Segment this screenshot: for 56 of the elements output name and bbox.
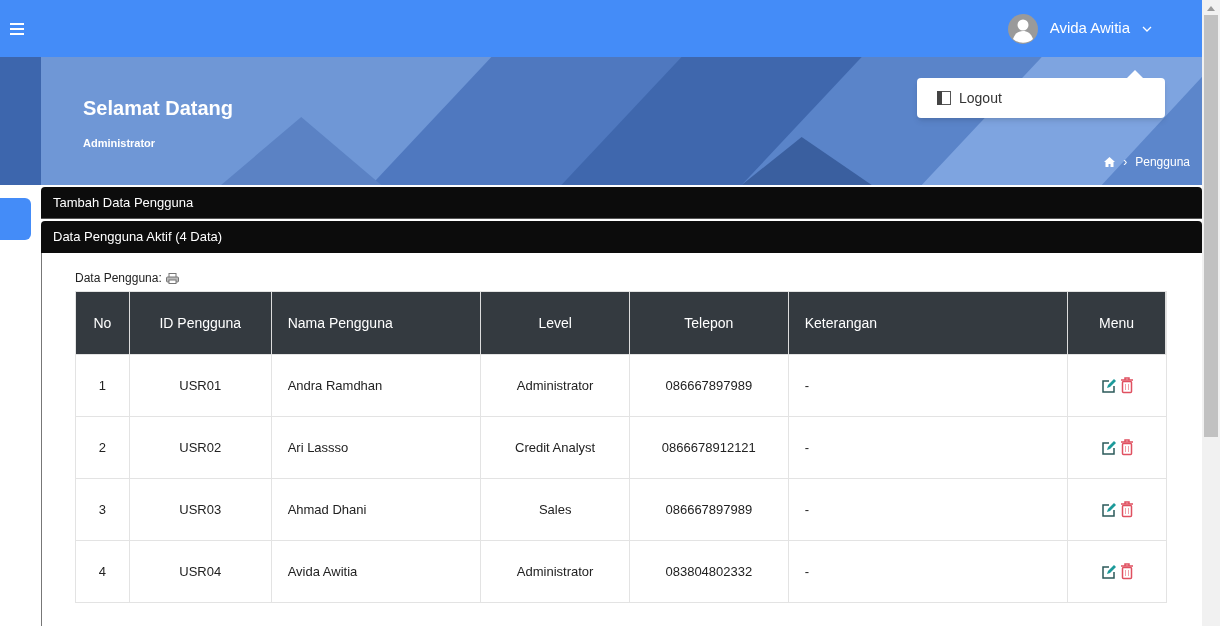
- breadcrumb-link[interactable]: Pengguna: [1135, 153, 1190, 171]
- table-cell: Administrator: [481, 355, 630, 416]
- scroll-up-icon[interactable]: [1207, 5, 1215, 11]
- column-header: ID Pengguna: [129, 292, 272, 354]
- scrollbar[interactable]: [1202, 0, 1220, 626]
- panel-header[interactable]: Tambah Data Pengguna: [41, 187, 1202, 219]
- table-cell: USR03: [129, 479, 272, 540]
- table-cell: -: [788, 417, 1069, 478]
- table-cell: Administrator: [481, 541, 630, 602]
- table-cell: Credit Analyst: [481, 417, 630, 478]
- scrollbar-thumb[interactable]: [1204, 15, 1218, 437]
- trash-icon[interactable]: [1119, 501, 1134, 518]
- table-cell: 086667897989: [630, 355, 789, 416]
- table-cell: USR01: [129, 355, 272, 416]
- menu-icon[interactable]: [10, 21, 24, 36]
- trash-icon[interactable]: [1119, 377, 1134, 394]
- table-caption: Data Pengguna:: [75, 270, 162, 287]
- avatar-icon: [1007, 13, 1038, 44]
- door-icon: [937, 91, 951, 105]
- table-cell: 1: [76, 355, 130, 416]
- banner-subtitle: Administrator: [83, 136, 157, 151]
- table-cell: 4: [76, 541, 130, 602]
- column-header: Nama Pengguna: [271, 292, 482, 354]
- edit-icon[interactable]: [1100, 563, 1117, 580]
- table-cell: -: [788, 355, 1069, 416]
- home-icon: [1104, 157, 1116, 167]
- printer-icon[interactable]: [165, 272, 179, 284]
- table-cell: 0866678912121: [630, 417, 789, 478]
- column-header: Keterangan: [788, 292, 1069, 354]
- logout-menu-item[interactable]: Logout: [937, 87, 1002, 109]
- table-cell: 083804802332: [630, 541, 789, 602]
- chevron-down-icon: [1142, 25, 1152, 32]
- table-cell: USR02: [129, 417, 272, 478]
- table-cell: 2: [76, 417, 130, 478]
- column-header: Level: [481, 292, 630, 354]
- table-cell: USR04: [129, 541, 272, 602]
- trash-icon[interactable]: [1119, 563, 1134, 580]
- table-cell: Ari Lassso: [271, 417, 482, 478]
- table-cell: Sales: [481, 479, 630, 540]
- table-cell: -: [788, 541, 1069, 602]
- edit-icon[interactable]: [1100, 501, 1117, 518]
- column-header: No: [76, 292, 130, 354]
- trash-icon[interactable]: [1119, 439, 1134, 456]
- table-cell: 086667897989: [630, 479, 789, 540]
- table-cell: Andra Ramdhan: [271, 355, 482, 416]
- column-header: Menu: [1068, 292, 1166, 354]
- edit-icon[interactable]: [1100, 439, 1117, 456]
- table-cell: Avida Awitia: [271, 541, 482, 602]
- table-cell: 3: [76, 479, 130, 540]
- column-header: Telepon: [630, 292, 789, 354]
- table-cell: -: [788, 479, 1069, 540]
- breadcrumb-separator: ›: [1123, 154, 1128, 171]
- panel-header[interactable]: Data Pengguna Aktif (4 Data): [41, 221, 1202, 253]
- table-cell: Ahmad Dhani: [271, 479, 482, 540]
- banner-title: Selamat Datang: [83, 96, 234, 121]
- edit-icon[interactable]: [1100, 377, 1117, 394]
